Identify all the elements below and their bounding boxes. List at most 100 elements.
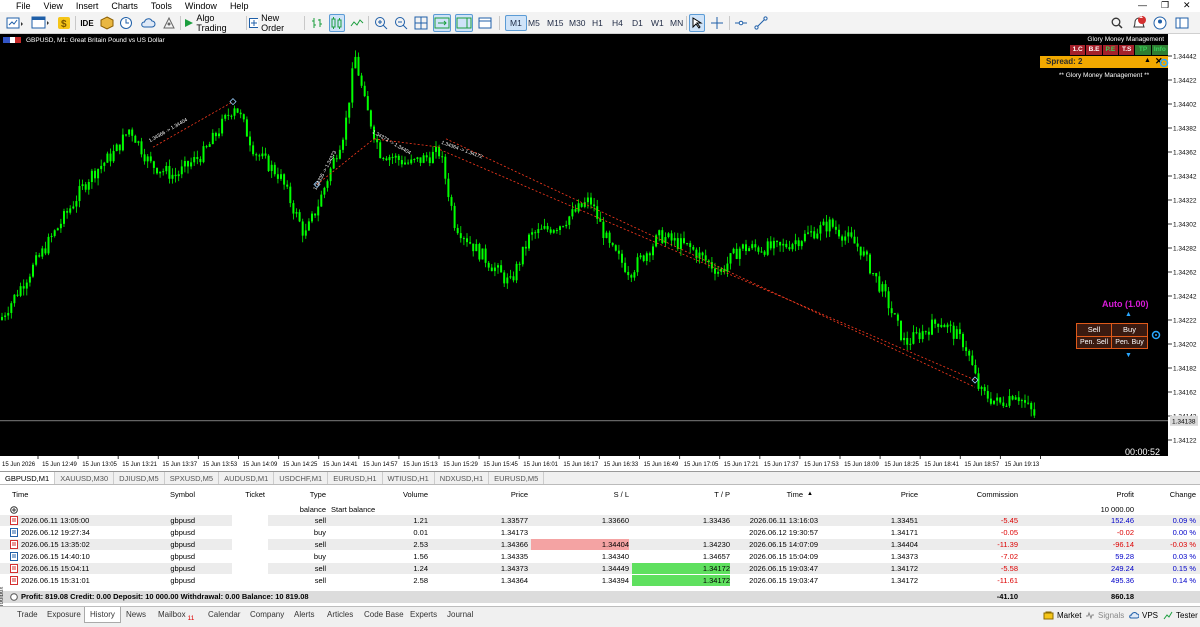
trendline-button[interactable]: [753, 14, 769, 32]
hline-button[interactable]: [733, 14, 749, 32]
chart-tab[interactable]: NDXUSD,H1: [435, 472, 490, 484]
line-chart-button[interactable]: [349, 14, 365, 32]
signals-status[interactable]: Signals: [1085, 610, 1124, 620]
gmm-pending-sell-button[interactable]: Pen. Sell: [1077, 337, 1112, 348]
chart-tab[interactable]: WTIUSD,H1: [383, 472, 435, 484]
menu-window[interactable]: Window: [179, 0, 224, 12]
gmm-auto-lot[interactable]: Auto (1.00): [1102, 299, 1149, 309]
algo-trading-button[interactable]: Algo Trading: [184, 13, 244, 33]
timeframe-m15[interactable]: M15: [543, 15, 568, 31]
gmm-buy-button[interactable]: Buy: [1112, 324, 1147, 336]
gmm-tp-button[interactable]: TP: [1135, 45, 1151, 55]
zoom-in-button[interactable]: [373, 14, 389, 32]
tab-alerts[interactable]: Alerts: [289, 607, 319, 623]
layout-button[interactable]: [1174, 14, 1190, 32]
chart-canvas[interactable]: 1.34366 -> 1.34404 1.34335 -> 1.34373 1.34…: [0, 34, 1200, 470]
table-row[interactable]: 2026.06.12 19:27:34 gbpusd buy 0.01 1.34173 2…: [0, 527, 1200, 538]
tab-exposure[interactable]: Exposure: [42, 607, 86, 623]
gmm-be-button[interactable]: B.E: [1086, 45, 1102, 55]
zoom-out-button[interactable]: [393, 14, 409, 32]
tab-journal[interactable]: Journal: [442, 607, 478, 623]
gmm-ts-button[interactable]: T.S: [1119, 45, 1135, 55]
chart-tab[interactable]: GBPUSD,M1: [0, 472, 56, 484]
tab-experts[interactable]: Experts: [405, 607, 442, 623]
col-commission[interactable]: Commission: [920, 489, 1018, 500]
timeframe-w1[interactable]: W1: [647, 15, 668, 31]
autoscroll-button[interactable]: [433, 14, 451, 32]
gmm-pending-buy-button[interactable]: Pen. Buy: [1112, 337, 1147, 348]
table-row[interactable]: 2026.06.15 15:31:01 gbpusd sell 2.58 1.34364…: [0, 575, 1200, 586]
col-volume[interactable]: Volume: [330, 489, 428, 500]
timeframe-m5[interactable]: M5: [524, 15, 544, 31]
gmm-settings-icon[interactable]: [1159, 58, 1169, 68]
col-type[interactable]: Type: [270, 489, 326, 500]
chart-tab[interactable]: DJIUSD,M5: [114, 472, 165, 484]
timeframe-h4[interactable]: H4: [608, 15, 627, 31]
gmm-trade-settings-icon[interactable]: [1151, 330, 1161, 340]
tile-windows-button[interactable]: [413, 14, 429, 32]
templates-button[interactable]: [477, 14, 493, 32]
chart-tab[interactable]: AUDUSD,M1: [219, 472, 275, 484]
table-row[interactable]: 2026.06.15 14:40:10 gbpusd buy 1.56 1.34335 1…: [0, 551, 1200, 562]
gmm-collapse-icon[interactable]: ▲: [1144, 57, 1151, 64]
col-symbol[interactable]: Symbol: [110, 489, 195, 500]
menu-tools[interactable]: Tools: [145, 0, 179, 12]
table-row[interactable]: 2026.06.15 13:35:02 gbpusd sell 2.53 1.34366…: [0, 539, 1200, 550]
col-tp[interactable]: T / P: [632, 489, 730, 500]
new-order-button[interactable]: New Order: [249, 13, 301, 33]
tab-articles[interactable]: Articles: [322, 607, 358, 623]
menu-file[interactable]: File: [0, 0, 38, 12]
tab-mailbox[interactable]: Mailbox 11: [153, 607, 199, 623]
tab-company[interactable]: Company: [245, 607, 289, 623]
minimize-button[interactable]: —: [1138, 0, 1147, 10]
price-chart[interactable]: 1.34366 -> 1.34404 1.34335 -> 1.34373 1.34…: [0, 34, 1200, 470]
cursor-button[interactable]: [689, 14, 705, 32]
account-button[interactable]: [1152, 14, 1168, 32]
gmm-sell-button[interactable]: Sell: [1077, 324, 1112, 336]
new-chart-button[interactable]: [4, 14, 26, 32]
timeframe-h1[interactable]: H1: [588, 15, 607, 31]
col-time-close[interactable]: Time: [735, 489, 803, 500]
balance-row[interactable]: balance Start balance 10 000.00: [0, 504, 1200, 515]
timeframe-d1[interactable]: D1: [628, 15, 647, 31]
gmm-pe-button[interactable]: P.E: [1102, 45, 1119, 55]
menu-help[interactable]: Help: [224, 0, 256, 12]
tab-code-base[interactable]: Code Base: [359, 607, 409, 623]
signals-button[interactable]: [161, 14, 177, 32]
col-change[interactable]: Change: [1140, 489, 1196, 500]
col-price-close[interactable]: Price: [820, 489, 918, 500]
col-ticket[interactable]: Ticket: [200, 489, 265, 500]
search-button[interactable]: [1109, 14, 1125, 32]
tab-history[interactable]: History: [84, 607, 121, 623]
timeframe-mn[interactable]: MN: [666, 15, 687, 31]
tester-button[interactable]: Tester: [1163, 610, 1198, 620]
notifications-button[interactable]: 1: [1130, 13, 1148, 32]
market-watch-button[interactable]: $: [56, 14, 72, 32]
menu-view[interactable]: View: [38, 0, 70, 12]
strategy-button[interactable]: [99, 14, 115, 32]
chart-tab[interactable]: XAUUSD,M30: [55, 472, 115, 484]
close-button[interactable]: ✕: [1183, 0, 1191, 11]
col-profit[interactable]: Profit: [1035, 489, 1134, 500]
bar-chart-button[interactable]: [309, 14, 325, 32]
gmm-lot-down-icon[interactable]: ▼: [1125, 352, 1132, 359]
chart-tab[interactable]: USDCHF,M1: [274, 472, 329, 484]
restore-button[interactable]: ❐: [1161, 0, 1169, 11]
tab-news[interactable]: News: [121, 607, 151, 623]
gmm-1c-button[interactable]: 1.C: [1070, 45, 1086, 55]
chart-tab[interactable]: EURUSD,H1: [328, 472, 383, 484]
candles-button[interactable]: [329, 14, 345, 32]
gmm-lot-up-icon[interactable]: ▲: [1125, 311, 1132, 318]
chart-tab[interactable]: EURUSD,M5: [489, 472, 545, 484]
tab-calendar[interactable]: Calendar: [203, 607, 245, 623]
table-row[interactable]: 2026.06.11 13:05:00 gbpusd sell 1.21 1.33577…: [0, 515, 1200, 526]
cloud-button[interactable]: [139, 14, 157, 32]
market-button[interactable]: Market: [1043, 610, 1081, 620]
ide-button[interactable]: IDE: [79, 14, 95, 32]
menu-insert[interactable]: Insert: [70, 0, 106, 12]
table-row[interactable]: 2026.06.15 15:04:11 gbpusd sell 1.24 1.34373…: [0, 563, 1200, 574]
chart-tab[interactable]: SPXUSD,M5: [165, 472, 220, 484]
menu-charts[interactable]: Charts: [105, 0, 145, 12]
tab-trade[interactable]: Trade: [12, 607, 43, 623]
crosshair-button[interactable]: [709, 14, 725, 32]
